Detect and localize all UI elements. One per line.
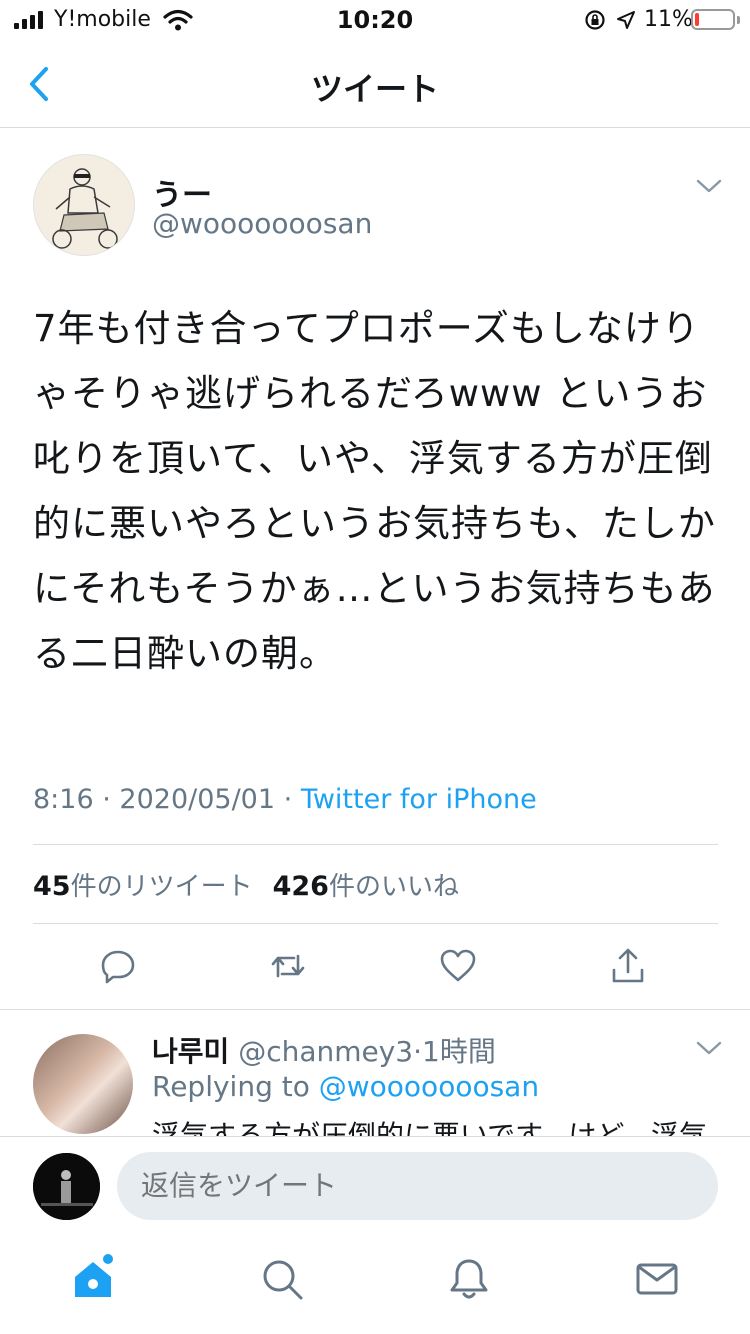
tweet-date: 2020/05/01 <box>119 784 276 815</box>
battery-percent: 11% <box>644 7 693 32</box>
reply-author-avatar[interactable] <box>33 1034 133 1134</box>
reply-header: 나루미 @chanmey3·1時間 <box>152 1035 496 1068</box>
tab-bar <box>0 1236 750 1334</box>
author-avatar[interactable] <box>33 154 135 256</box>
author-handle[interactable]: @wooooooosan <box>152 207 372 240</box>
like-heart-icon[interactable] <box>438 946 478 986</box>
reply-text: 浮気する方が圧倒的に悪いです。けど、浮気 <box>152 1119 707 1136</box>
messages-envelope-icon[interactable] <box>634 1256 680 1302</box>
location-icon <box>617 11 635 29</box>
new-tweets-dot <box>103 1254 113 1264</box>
divider <box>33 923 718 924</box>
divider <box>0 1009 750 1010</box>
reply-age: 1時間 <box>422 1035 496 1068</box>
tweet-text: 7年も付き合ってプロポーズもしなけりゃそりゃ逃げられるだろwww というお叱りを… <box>33 307 716 675</box>
notifications-bell-icon[interactable] <box>446 1256 492 1302</box>
chevron-down-icon[interactable] <box>694 1038 724 1058</box>
retweet-icon[interactable] <box>268 946 308 986</box>
likes-stat[interactable]: 426件のいいね <box>273 871 459 902</box>
retweets-stat[interactable]: 45件のリツイート <box>33 871 253 902</box>
tweet-timestamp: 8:16 · 2020/05/01 · Twitter for iPhone <box>33 784 537 815</box>
tweet-source-link[interactable]: Twitter for iPhone <box>301 784 537 815</box>
reply-composer <box>0 1136 750 1236</box>
page-title: ツイート <box>310 70 439 108</box>
share-icon[interactable] <box>608 946 648 986</box>
status-bar: Y!mobile 10:20 11% <box>0 0 750 40</box>
clock: 10:20 <box>336 6 414 34</box>
replying-to: Replying to @wooooooosan <box>152 1070 540 1103</box>
rotation-lock-icon <box>585 10 605 30</box>
tweet-time: 8:16 <box>33 784 94 815</box>
chevron-down-icon[interactable] <box>694 176 724 196</box>
tweet-stats: 45件のリツイート 426件のいいね <box>33 866 459 903</box>
reply-author-handle[interactable]: @chanmey3 <box>238 1035 413 1068</box>
search-icon[interactable] <box>259 1256 305 1302</box>
nav-bar: ツイート <box>0 40 750 128</box>
reply-author-name[interactable]: 나루미 <box>152 1035 229 1068</box>
reply-icon[interactable] <box>98 946 138 986</box>
battery-icon <box>691 9 735 30</box>
reply-input[interactable] <box>117 1152 718 1220</box>
my-avatar[interactable] <box>33 1153 100 1220</box>
replying-to-handle[interactable]: @wooooooosan <box>319 1070 539 1103</box>
divider <box>33 844 718 845</box>
